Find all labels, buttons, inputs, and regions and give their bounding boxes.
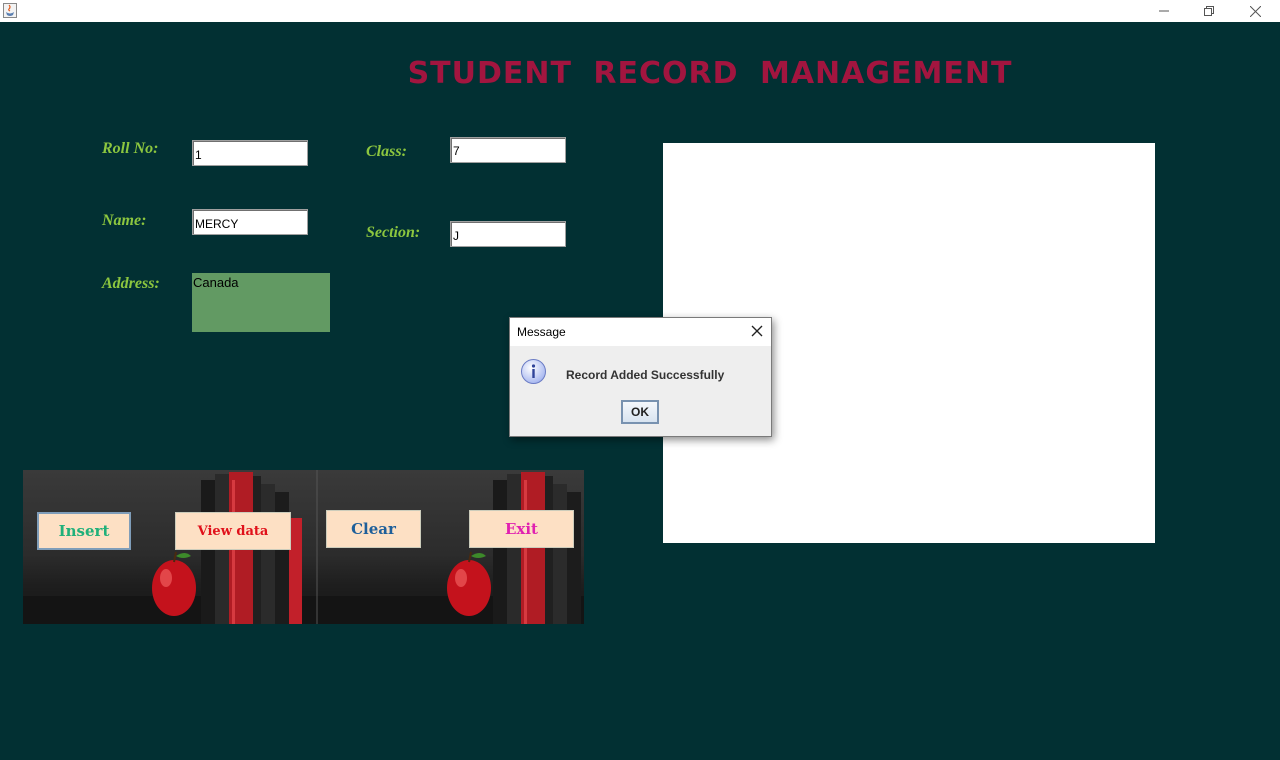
- class-label: Class:: [366, 143, 407, 160]
- roll-no-label: Roll No:: [102, 140, 159, 157]
- name-label: Name:: [102, 212, 147, 229]
- section-field[interactable]: J: [450, 221, 566, 247]
- dialog-title: Message: [517, 325, 566, 339]
- roll-no-field[interactable]: 1: [192, 140, 308, 166]
- address-textarea[interactable]: Canada: [192, 273, 330, 332]
- restore-button[interactable]: [1186, 0, 1232, 22]
- class-field[interactable]: 7: [450, 137, 566, 163]
- insert-button[interactable]: Insert: [37, 512, 131, 550]
- section-label: Section:: [366, 224, 421, 241]
- message-dialog: Message Record Added Successfully OK: [509, 317, 772, 437]
- close-icon: [1249, 5, 1261, 17]
- restore-icon: [1204, 6, 1214, 16]
- close-icon: [751, 325, 763, 337]
- minimize-icon: [1159, 10, 1169, 12]
- java-cup-icon[interactable]: [3, 3, 17, 18]
- dialog-close-button[interactable]: [749, 323, 765, 339]
- ok-button[interactable]: OK: [621, 400, 659, 424]
- window-title-bar: [0, 0, 1280, 22]
- page-title: STUDENT RECORD MANAGEMENT: [407, 56, 1013, 91]
- exit-button[interactable]: Exit: [469, 510, 574, 548]
- close-button[interactable]: [1232, 0, 1278, 22]
- address-label: Address:: [102, 275, 160, 292]
- dialog-title-bar: Message: [510, 318, 771, 346]
- dialog-message: Record Added Successfully: [566, 368, 725, 382]
- view-data-button[interactable]: View data: [175, 512, 291, 550]
- name-field[interactable]: MERCY: [192, 209, 308, 235]
- clear-button[interactable]: Clear: [326, 510, 421, 548]
- minimize-button[interactable]: [1141, 0, 1187, 22]
- info-icon: [520, 358, 547, 385]
